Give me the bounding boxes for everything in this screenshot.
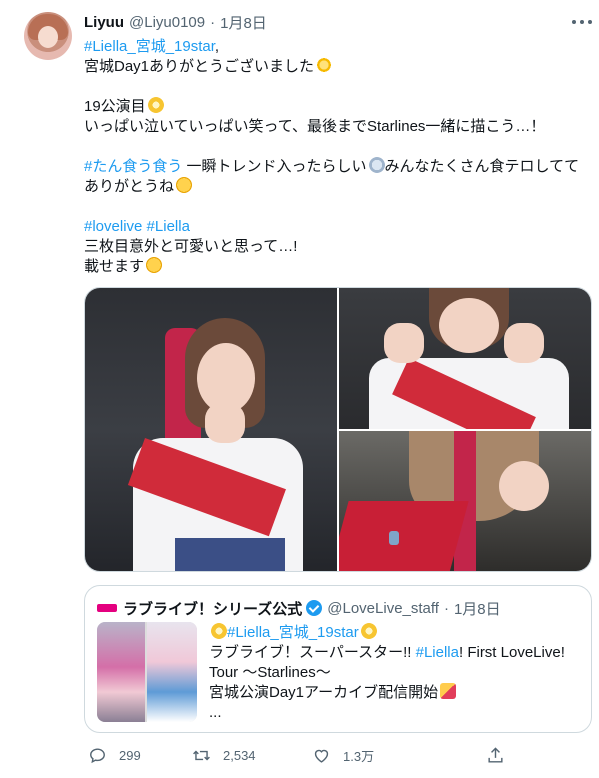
text: ! First LoveLive! <box>458 644 565 661</box>
media-grid <box>84 287 592 572</box>
quoted-tweet[interactable]: ラブライブ！シリーズ公式 @LoveLive_staff · 1月8日 #Lie… <box>84 585 592 733</box>
verified-icon <box>306 600 323 616</box>
sparkles-emoji-icon <box>316 57 333 73</box>
hashtag-link[interactable]: #Liella_宮城_19star <box>84 38 215 55</box>
text: みんなたくさん食テロしてて <box>384 158 580 175</box>
hashtag-link[interactable]: #Liella <box>147 218 190 235</box>
author-avatar[interactable] <box>24 12 72 60</box>
hashtag-link[interactable]: #Liella <box>416 644 459 661</box>
more-icon[interactable] <box>572 16 592 28</box>
tweet-actions: 299 2,534 1.3万 <box>84 745 514 765</box>
photo-1[interactable] <box>85 288 337 571</box>
author-handle[interactable]: @Liyu0109 <box>129 14 205 31</box>
share-button[interactable] <box>486 745 517 765</box>
dash-emoji-icon <box>368 157 385 173</box>
yum-emoji-icon <box>146 257 163 273</box>
text: 三枚目意外と可愛いと思って…! <box>84 238 298 255</box>
hashtag-link[interactable]: #lovelive <box>84 218 142 235</box>
party-popper-emoji-icon <box>440 683 457 699</box>
hashtag-link[interactable]: #Liella_宮城_19star <box>227 624 359 641</box>
like-count: 1.3万 <box>343 748 375 764</box>
quote-thumbnail[interactable] <box>97 622 197 722</box>
tweet-text: #Liella_宮城_19star, 宮城Day1ありがとうございました 19公… <box>84 37 584 277</box>
dizzy-emoji-icon <box>147 97 164 113</box>
text: 載せます <box>84 258 145 275</box>
share-icon <box>488 746 503 763</box>
rofl-emoji-icon <box>176 177 193 193</box>
reply-button[interactable]: 299 <box>88 745 141 765</box>
photo-2[interactable] <box>339 288 591 429</box>
quote-date[interactable]: 1月8日 <box>454 598 501 619</box>
text: 一瞬トレンド入ったらしい <box>182 158 367 175</box>
text: ... <box>209 704 222 721</box>
separator: · <box>210 13 216 31</box>
retweet-icon <box>193 750 210 760</box>
like-button[interactable]: 1.3万 <box>312 745 374 765</box>
reply-count: 299 <box>119 747 141 763</box>
quote-author-handle[interactable]: @LoveLive_staff <box>327 600 439 617</box>
tweet-date[interactable]: 1月8日 <box>220 12 267 33</box>
text: ラブライブ！スーパースター!! <box>209 644 416 661</box>
like-icon <box>314 749 329 763</box>
lovelive-logo-icon <box>97 604 117 612</box>
text: 19公演目 <box>84 98 146 115</box>
text: , <box>214 38 220 55</box>
photo-3[interactable] <box>339 431 591 571</box>
retweet-count: 2,534 <box>223 747 256 763</box>
author-name[interactable]: Liyuu <box>84 14 124 31</box>
dizzy-emoji-icon <box>360 623 377 639</box>
tweet[interactable]: Liyuu @Liyu0109 · 1月8日 #Liella_宮城_19star… <box>0 0 599 778</box>
quote-author-name[interactable]: ラブライブ！シリーズ公式 <box>123 598 302 619</box>
text: 宮城Day1ありがとうございました <box>84 58 315 75</box>
text: 宮城公演Day1アーカイブ配信開始 <box>209 684 439 701</box>
hashtag-link[interactable]: #たん食う食う <box>84 158 182 175</box>
text: いっぱい泣いていっぱい笑って、最後までStarlines一緒に描こう…！ <box>84 118 546 135</box>
reply-icon <box>90 747 105 763</box>
text: Tour 〜Starlines〜 <box>209 664 331 681</box>
dizzy-emoji-icon <box>211 623 227 639</box>
quote-text: #Liella_宮城_19star ラブライブ！スーパースター!! #Liell… <box>209 623 581 723</box>
text: ありがとうね <box>84 178 175 195</box>
quote-header: ラブライブ！シリーズ公式 @LoveLive_staff · 1月8日 <box>97 598 501 618</box>
retweet-button[interactable]: 2,534 <box>192 745 256 765</box>
tweet-header: Liyuu @Liyu0109 · 1月8日 <box>84 12 267 32</box>
separator: · <box>443 599 449 617</box>
